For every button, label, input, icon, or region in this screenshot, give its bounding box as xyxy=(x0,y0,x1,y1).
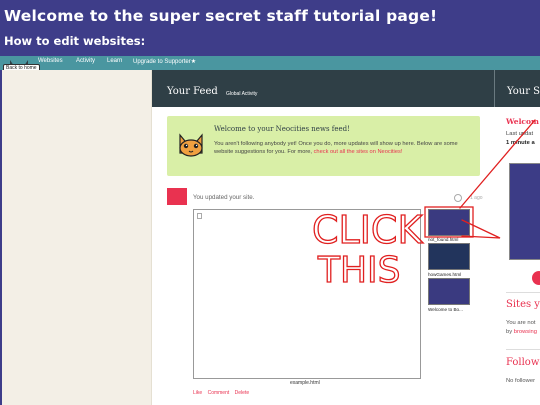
like-link[interactable]: Like xyxy=(193,390,202,396)
browsing-link[interactable]: browsing xyxy=(514,329,537,335)
right-site-thumbnail[interactable] xyxy=(509,163,540,260)
site-screenshot-main[interactable] xyxy=(193,209,421,379)
tutorial-subtitle: How to edit websites: xyxy=(4,34,146,48)
welcome-notice: Welcome to your Neocities news feed! You… xyxy=(167,116,480,176)
file-thumb-welcome[interactable] xyxy=(428,278,470,305)
welcome-body-end: ! xyxy=(400,149,403,155)
nav-websites[interactable]: Websites xyxy=(38,58,63,64)
feed-panel: Your Feed Global Activity Welcome to you… xyxy=(152,70,494,405)
right-divider xyxy=(506,292,540,293)
not-following-text: You are not xyxy=(506,320,536,326)
user-avatar[interactable] xyxy=(167,188,187,205)
right-panel: Your S Welcom Last updat 1 minute a Site… xyxy=(494,70,540,405)
nav-learn[interactable]: Learn xyxy=(107,58,122,64)
file-thumb-not-found[interactable] xyxy=(428,209,470,236)
file-thumb-howgames[interactable] xyxy=(428,243,470,270)
browsing-text: by browsing xyxy=(506,329,537,335)
feed-header: Your Feed Global Activity xyxy=(152,70,494,107)
main-file-caption[interactable]: example.html xyxy=(290,380,320,386)
cat-mascot-icon xyxy=(179,133,203,157)
update-text: You updated your site. xyxy=(193,194,255,201)
delete-link[interactable]: Delete xyxy=(235,390,249,396)
right-title: Your S xyxy=(507,86,540,97)
welcome-body: You aren't following anybody yet! Once y… xyxy=(214,140,469,156)
all-sites-link[interactable]: check out all the sites on Neocities xyxy=(314,149,401,155)
last-updated-value: 1 minute a xyxy=(506,140,535,146)
sites-following-title: Sites yo xyxy=(506,299,540,310)
nav-activity[interactable]: Activity xyxy=(76,58,95,64)
left-sidebar xyxy=(2,70,152,405)
update-actions: Like Comment Delete xyxy=(193,390,253,396)
edit-circle-icon[interactable] xyxy=(454,194,462,202)
followers-title: Followe xyxy=(506,357,540,368)
by-prefix: by xyxy=(506,329,514,335)
file-caption-howgames[interactable]: howGames.html xyxy=(428,272,461,277)
welcome-title: Welcome to your Neocities news feed! xyxy=(214,125,350,133)
tutorial-title: Welcome to the super secret staff tutori… xyxy=(4,7,438,25)
right-welcome-title: Welcom xyxy=(506,117,539,126)
feed-title: Your Feed xyxy=(167,86,218,97)
update-time: 1 ago xyxy=(470,195,483,201)
file-caption-not-found[interactable]: not_found.html xyxy=(428,237,458,242)
global-activity-link[interactable]: Global Activity xyxy=(226,91,257,97)
comment-link[interactable]: Comment xyxy=(208,390,230,396)
site-navbar: Websites Activity Learn Upgrade to Suppo… xyxy=(0,56,540,70)
right-header: Your S xyxy=(494,70,540,107)
edit-site-button[interactable] xyxy=(532,271,540,285)
last-updated-label: Last updat xyxy=(506,131,534,137)
document-icon xyxy=(197,213,202,219)
nav-upgrade[interactable]: Upgrade to Supporter★ xyxy=(133,58,196,65)
no-followers-text: No follower xyxy=(506,378,535,384)
right-divider-2 xyxy=(506,349,540,350)
file-caption-welcome[interactable]: Welcome to Bo... xyxy=(428,307,463,312)
tutorial-banner: Welcome to the super secret staff tutori… xyxy=(0,0,540,56)
